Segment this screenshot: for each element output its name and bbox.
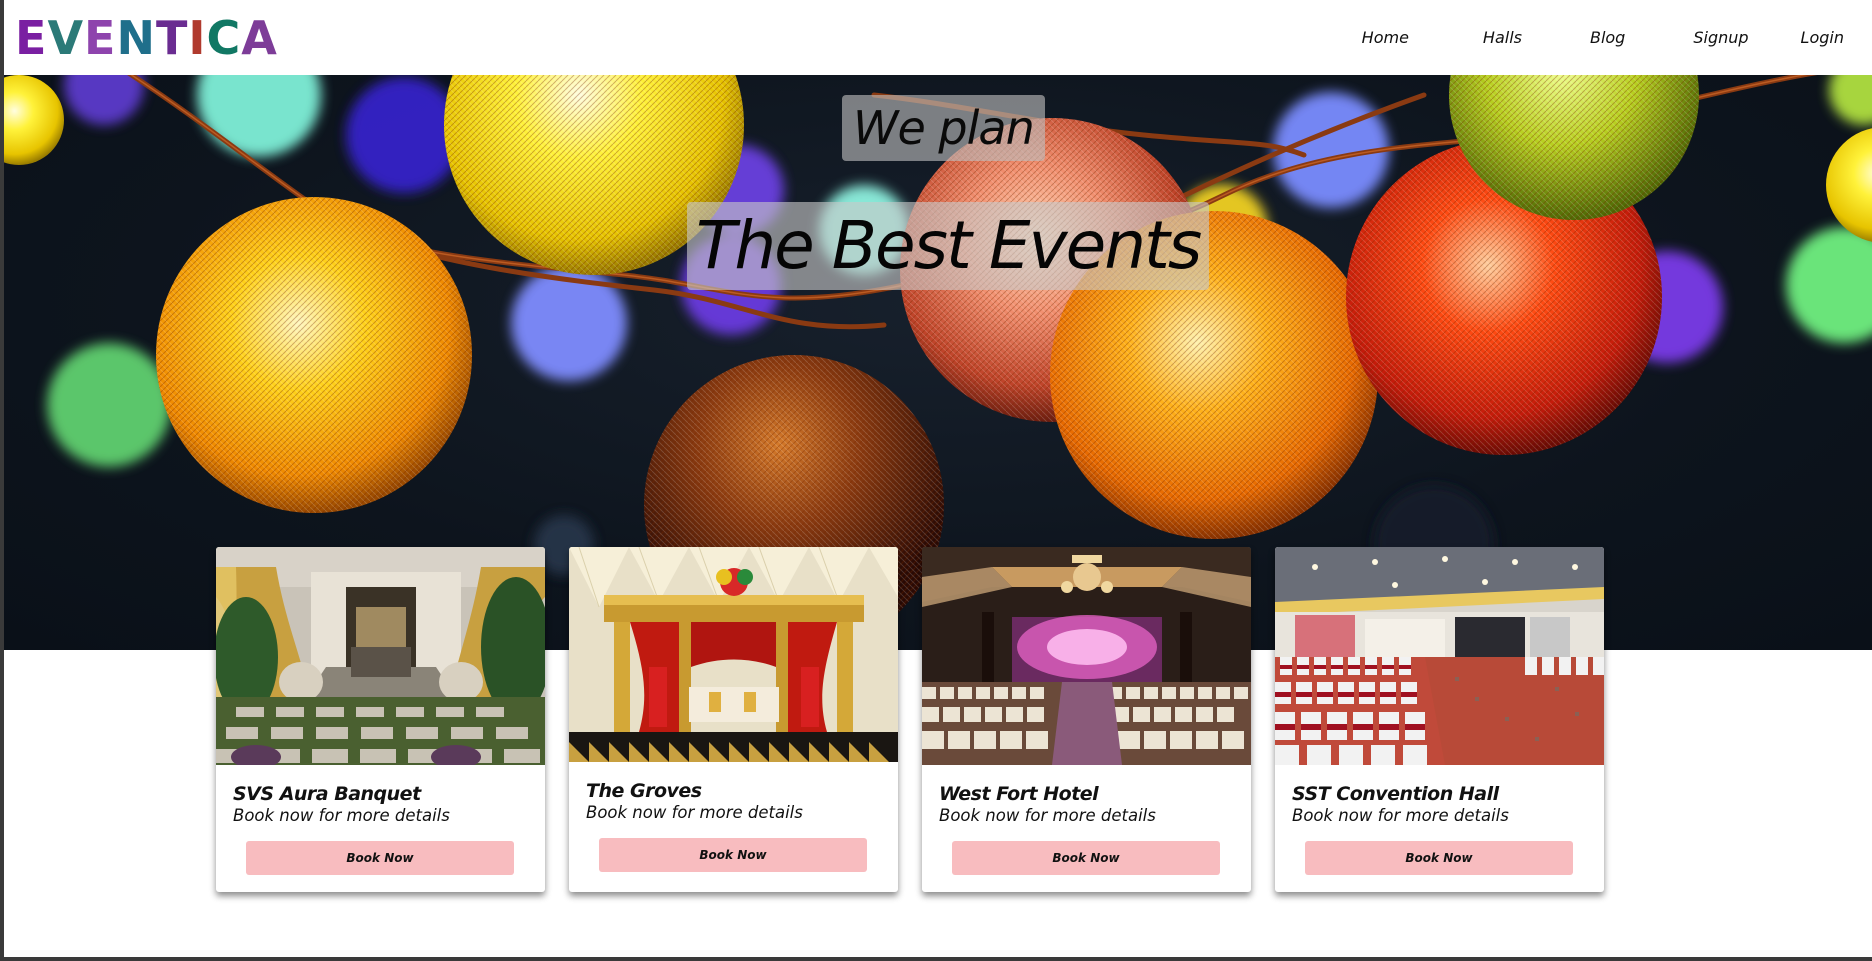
venue-title: SST Convention Hall [1292, 783, 1499, 805]
venue-title: The Groves [586, 780, 702, 802]
venue-subtitle: Book now for more details [1292, 806, 1509, 825]
page: EVENTICA Home Halls Blog Signup Login We… [4, 0, 1872, 957]
hero-headline: The Best Events [687, 202, 1210, 290]
venue-title: West Fort Hotel [939, 783, 1099, 805]
venue-subtitle: Book now for more details [939, 806, 1156, 825]
venue-image-the-groves [569, 547, 898, 762]
logo-letter: E [84, 11, 117, 65]
logo-letter: E [15, 11, 48, 65]
logo-letter: N [116, 11, 156, 65]
venue-card[interactable]: SVS Aura Banquet Book now for more detai… [216, 547, 545, 892]
book-now-button[interactable]: Book Now [246, 841, 514, 875]
book-now-button[interactable]: Book Now [952, 841, 1220, 875]
venue-subtitle: Book now for more details [586, 803, 803, 822]
venue-subtitle: Book now for more details [233, 806, 450, 825]
navbar: EVENTICA Home Halls Blog Signup Login [4, 0, 1872, 75]
book-now-button[interactable]: Book Now [599, 838, 867, 872]
logo-letter: C [206, 11, 242, 65]
venue-card[interactable]: The Groves Book now for more details Boo… [569, 547, 898, 892]
nav-link-home[interactable]: Home [1362, 28, 1409, 47]
logo-letter: I [188, 11, 207, 65]
nav-menu: Home Halls Blog Signup Login [1362, 0, 1872, 75]
venue-card[interactable]: West Fort Hotel Book now for more detail… [922, 547, 1251, 892]
nav-link-halls[interactable]: Halls [1483, 28, 1522, 47]
brand-logo[interactable]: EVENTICA [15, 12, 278, 64]
nav-link-blog[interactable]: Blog [1590, 28, 1625, 47]
logo-letter: V [47, 11, 85, 65]
logo-letter: A [241, 11, 278, 65]
nav-link-signup[interactable]: Signup [1693, 28, 1748, 47]
hero-tagline-we-plan: We plan [842, 95, 1045, 161]
venue-image-svs-aura [216, 547, 545, 765]
book-now-button[interactable]: Book Now [1305, 841, 1573, 875]
nav-link-login[interactable]: Login [1801, 28, 1844, 47]
venue-title: SVS Aura Banquet [233, 783, 421, 805]
venue-image-sst-convention [1275, 547, 1604, 765]
venue-card[interactable]: SST Convention Hall Book now for more de… [1275, 547, 1604, 892]
venue-image-west-fort [922, 547, 1251, 765]
logo-letter: T [155, 11, 189, 65]
